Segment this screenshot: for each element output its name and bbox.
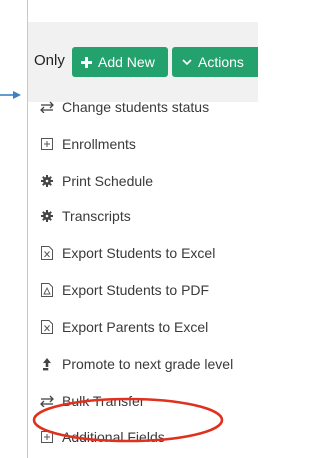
menu-item-label: Export Students to Excel [62, 245, 216, 261]
plus-icon [81, 56, 92, 68]
actions-dropdown-button[interactable]: Actions [172, 47, 258, 77]
menu-item-export-students-excel[interactable]: Export Students to Excel [28, 241, 258, 265]
menu-item-label: Promote to next grade level [62, 356, 234, 372]
annotation-highlight-ellipse [32, 397, 224, 443]
transfer-arrows-icon [40, 100, 54, 114]
plus-square-icon [40, 137, 54, 151]
menu-item-export-students-pdf[interactable]: Export Students to PDF [28, 278, 258, 302]
excel-file-icon [40, 246, 54, 260]
menu-item-label: Export Students to PDF [62, 282, 210, 298]
add-new-button[interactable]: Add New [72, 47, 168, 77]
menu-item-label: Export Parents to Excel [62, 319, 209, 335]
menu-item-label: Enrollments [62, 136, 136, 152]
chevron-down-icon [182, 58, 192, 66]
only-filter-label[interactable]: Only [34, 52, 65, 69]
gear-icon [40, 174, 54, 188]
menu-item-label: Transcripts [62, 208, 131, 224]
menu-item-export-parents-excel[interactable]: Export Parents to Excel [28, 315, 258, 339]
menu-item-print-schedule[interactable]: Print Schedule [28, 169, 258, 193]
menu-item-transcripts[interactable]: Transcripts [28, 204, 258, 228]
level-up-arrow-icon [40, 357, 54, 371]
gear-icon [40, 209, 54, 223]
pdf-file-icon [40, 283, 54, 297]
pointer-arrow-icon [0, 91, 21, 99]
add-new-label: Add New [98, 54, 155, 70]
menu-item-promote-grade-level[interactable]: Promote to next grade level [28, 352, 258, 376]
excel-file-icon [40, 320, 54, 334]
menu-item-change-students-status[interactable]: Change students status [28, 95, 258, 119]
menu-item-enrollments[interactable]: Enrollments [28, 132, 258, 156]
actions-label: Actions [198, 54, 244, 70]
menu-item-label: Change students status [62, 99, 210, 115]
menu-item-label: Print Schedule [62, 173, 154, 189]
